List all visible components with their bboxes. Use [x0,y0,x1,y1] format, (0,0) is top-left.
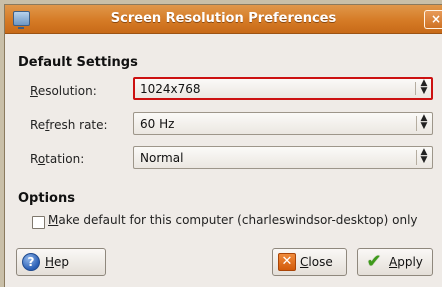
updown-arrows-icon: ▲ ▼ [420,78,428,96]
combo-separator [416,150,417,165]
resolution-combo[interactable]: 1024x768 ▲ ▼ [133,77,433,100]
window-title: Screen Resolution Preferences [110,11,337,26]
window-close-button[interactable]: × [424,10,442,29]
make-default-label[interactable]: Make default for this computer (charlesw… [48,213,418,227]
refresh-rate-label-text: resh rate: [49,118,108,132]
resolution-value: 1024x768 [140,82,201,96]
refresh-rate-label: Refresh rate: [30,118,108,132]
refresh-rate-label-pre: Re [30,118,46,132]
resolution-label-text: esolution: [37,84,97,98]
apply-check-icon: ✔ [366,251,382,272]
help-button-label: Hep [45,255,69,269]
apply-label-text: pply [397,255,423,269]
rotation-value: Normal [140,151,184,165]
apply-mnemonic: A [389,255,398,269]
refresh-rate-combo[interactable]: 60 Hz ▲ ▼ [133,112,433,135]
combo-separator [416,116,417,131]
resolution-mnemonic: R [30,84,38,98]
make-default-mnemonic: M [48,213,59,227]
rotation-label: Rotation: [30,152,84,166]
help-icon: ? [22,253,40,271]
close-button-label: Close [300,255,333,269]
make-default-label-text: ake default for this computer (charleswi… [58,213,418,227]
rotation-label-pre: R [30,152,38,166]
help-label-text: ep [54,255,70,269]
rotation-label-text: tation: [45,152,85,166]
make-default-checkbox[interactable] [32,216,45,229]
apply-button-label: Apply [389,255,423,269]
close-label-text: lose [308,255,333,269]
rotation-combo[interactable]: Normal ▲ ▼ [133,146,433,169]
apply-button[interactable]: ✔ Apply [357,248,433,276]
help-mnemonic: H [45,255,55,269]
titlebar[interactable]: Screen Resolution Preferences × [5,5,442,34]
combo-separator [415,82,416,95]
close-button[interactable]: ✕ Close [272,248,347,276]
screen-resolution-dialog: Screen Resolution Preferences × Default … [4,4,442,287]
resolution-label: Resolution: [30,84,97,98]
options-heading: Options [18,191,75,206]
close-icon: ✕ [278,253,296,271]
help-button[interactable]: ? Hep [16,248,106,276]
updown-arrows-icon: ▲ ▼ [420,113,428,131]
default-settings-heading: Default Settings [18,55,138,70]
updown-arrows-icon: ▲ ▼ [420,147,428,165]
refresh-rate-value: 60 Hz [140,117,175,131]
